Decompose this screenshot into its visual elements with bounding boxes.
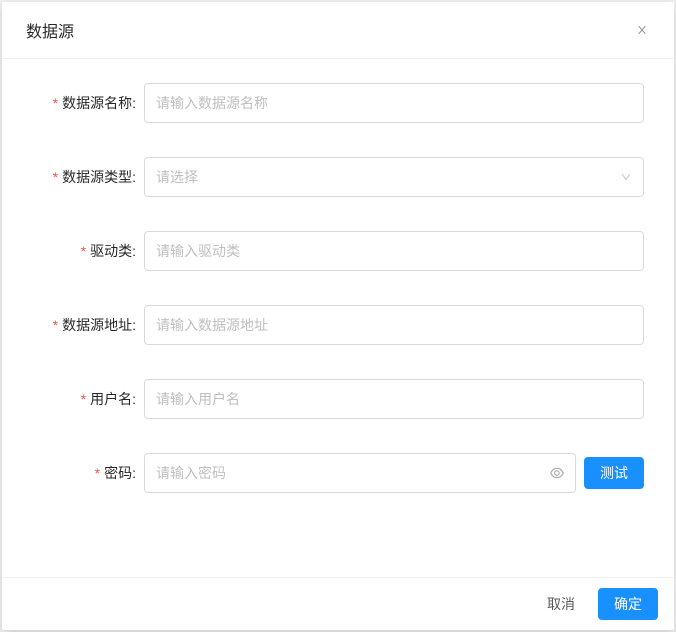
driver-label: *驱动类: <box>26 241 144 261</box>
form-row-name: *数据源名称: <box>26 83 644 123</box>
url-label: *数据源地址: <box>26 315 144 335</box>
form-row-username: *用户名: <box>26 379 644 419</box>
url-input[interactable] <box>144 305 644 345</box>
modal-header: 数据源 <box>2 2 674 59</box>
modal-body: *数据源名称: *数据源类型: 请选择 *驱动类: <box>2 59 674 577</box>
chevron-down-icon <box>620 171 632 183</box>
name-input[interactable] <box>144 83 644 123</box>
driver-input[interactable] <box>144 231 644 271</box>
username-input[interactable] <box>144 379 644 419</box>
form-row-password: *密码: 测试 <box>26 453 644 493</box>
form-row-driver: *驱动类: <box>26 231 644 271</box>
password-label: *密码: <box>26 463 144 483</box>
data-source-modal: 数据源 *数据源名称: *数据源类型: 请选择 *驱动类: <box>2 2 674 630</box>
type-placeholder: 请选择 <box>156 167 198 187</box>
type-select[interactable]: 请选择 <box>144 157 644 197</box>
eye-icon[interactable] <box>549 465 565 481</box>
modal-footer: 取消 确定 <box>2 577 674 630</box>
name-label: *数据源名称: <box>26 93 144 113</box>
close-icon[interactable] <box>634 22 650 38</box>
form-row-url: *数据源地址: <box>26 305 644 345</box>
cancel-button[interactable]: 取消 <box>532 588 590 620</box>
username-label: *用户名: <box>26 389 144 409</box>
confirm-button[interactable]: 确定 <box>598 588 658 620</box>
password-input[interactable] <box>144 453 576 493</box>
type-label: *数据源类型: <box>26 167 144 187</box>
form-row-type: *数据源类型: 请选择 <box>26 157 644 197</box>
modal-title: 数据源 <box>26 18 74 42</box>
test-button[interactable]: 测试 <box>584 457 644 489</box>
